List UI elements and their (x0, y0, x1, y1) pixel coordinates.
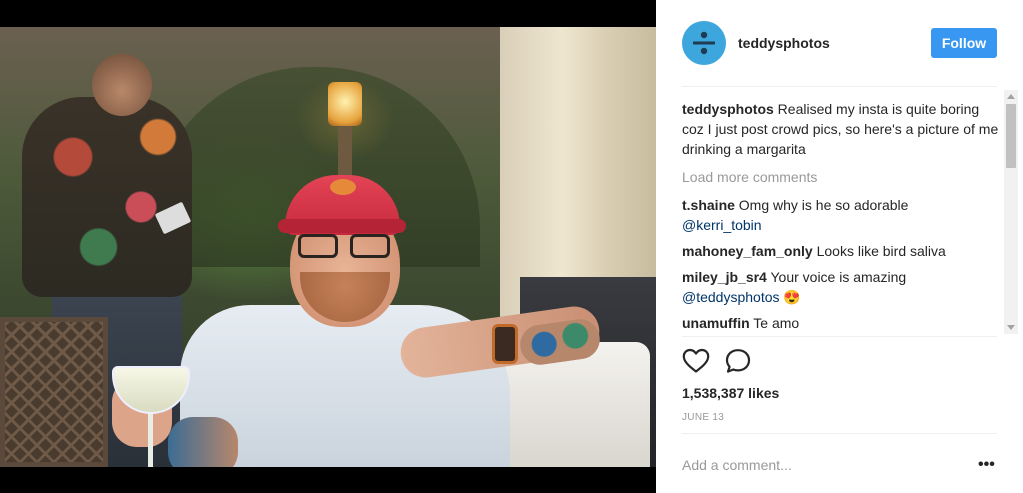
comment-username[interactable]: mahoney_fam_only (682, 243, 813, 259)
comment-mention-link[interactable]: @teddysphotos (682, 289, 780, 305)
comment-username[interactable]: t.shaine (682, 197, 735, 213)
comment-text: Looks like bird saliva (816, 243, 946, 259)
comment-item: t.shaine Omg why is he so adorable @kerr… (682, 195, 1004, 235)
comments-list[interactable]: teddysphotos Realised my insta is quite … (682, 96, 1004, 332)
comments-scrollbar[interactable] (1004, 90, 1018, 334)
comment-text: Omg why is he so adorable (738, 197, 909, 213)
comment-text: Your voice is amazing (770, 269, 907, 285)
comment-text: Te amo (753, 315, 800, 331)
divide-symbol-logo-icon (693, 31, 715, 55)
glass-stem (148, 413, 153, 467)
more-options-icon[interactable]: ••• (978, 456, 995, 474)
post-actions (682, 348, 802, 374)
photo-pane (0, 0, 656, 493)
scroll-down-arrow-icon[interactable] (1007, 325, 1015, 330)
post-details-panel: teddysphotos Follow teddysphotos Realise… (656, 0, 1023, 493)
comment-item: miley_jb_sr4 Your voice is amazing @tedd… (682, 267, 1004, 307)
post-username[interactable]: teddysphotos (738, 35, 830, 51)
wrist-watch (492, 324, 518, 364)
comment-item: mahoney_fam_only Looks like bird saliva (682, 241, 1004, 261)
post-header: teddysphotos Follow (656, 0, 1023, 86)
scrollbar-thumb[interactable] (1006, 104, 1016, 168)
tattooed-forearm (168, 417, 238, 467)
post-caption: teddysphotos Realised my insta is quite … (682, 99, 1004, 159)
caption-username[interactable]: teddysphotos (682, 101, 774, 117)
header-divider (682, 86, 997, 87)
comment-username[interactable]: unamuffin (682, 315, 750, 331)
load-more-comments-link[interactable]: Load more comments (682, 167, 1004, 187)
comment-item: unamuffin Te amo (682, 313, 1004, 332)
avatar[interactable] (682, 21, 726, 65)
add-comment-input[interactable] (682, 455, 942, 475)
post-date[interactable]: JUNE 13 (682, 412, 724, 423)
cap-brim (278, 219, 406, 233)
background-person-shirt (22, 97, 192, 297)
cap-logo (330, 179, 356, 195)
scroll-up-arrow-icon[interactable] (1007, 94, 1015, 99)
speech-bubble-icon[interactable] (724, 348, 752, 374)
heart-outline-icon[interactable] (682, 348, 710, 374)
comment-username[interactable]: miley_jb_sr4 (682, 269, 767, 285)
follow-button[interactable]: Follow (931, 28, 997, 58)
comment-mention-link[interactable]: @kerri_tobin (682, 217, 762, 233)
post-photo[interactable] (0, 27, 656, 467)
heart-eyes-emoji-icon: 😍 (783, 289, 801, 305)
lamp-light (328, 82, 362, 126)
footer-divider (682, 433, 997, 434)
wicker-chair (0, 317, 108, 467)
likes-count[interactable]: 1,538,387 likes (682, 385, 779, 401)
glasses (298, 234, 394, 260)
comments-divider (682, 336, 997, 337)
background-person-head (92, 54, 152, 116)
